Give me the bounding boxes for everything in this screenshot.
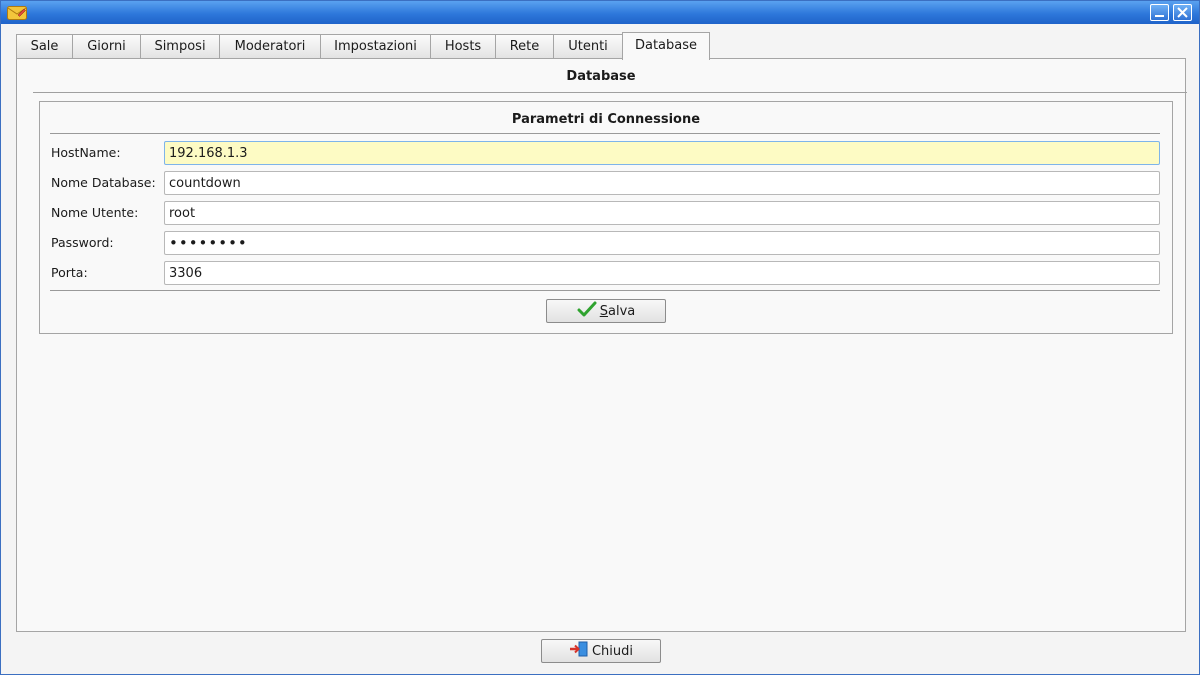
tab-moderatori[interactable]: Moderatori: [219, 34, 321, 58]
group-title: Parametri di Connessione: [511, 112, 701, 127]
database-name-label: Nome Database:: [51, 175, 156, 190]
database-panel: Database Parametri di Connessione HostNa…: [16, 58, 1187, 632]
username-row: Nome Utente:: [50, 201, 1160, 225]
close-button[interactable]: Chiudi: [541, 639, 661, 663]
tab-rete[interactable]: Rete: [495, 34, 554, 58]
tab-giorni[interactable]: Giorni: [72, 34, 141, 58]
database-name-field[interactable]: [164, 171, 1160, 195]
minimize-icon: [1155, 15, 1164, 17]
title-bar: [1, 1, 1199, 24]
exit-door-icon: [569, 641, 589, 661]
tab-impostazioni[interactable]: Impostazioni: [320, 34, 431, 58]
tab-database[interactable]: Database: [622, 32, 710, 60]
hostname-row: HostName:: [50, 141, 1160, 165]
tab-utenti[interactable]: Utenti: [553, 34, 623, 58]
port-field[interactable]: [164, 261, 1160, 285]
username-field[interactable]: [164, 201, 1160, 225]
group-divider-bottom: [50, 290, 1160, 291]
password-label: Password:: [51, 235, 114, 250]
save-button-label: Salva: [599, 303, 636, 319]
tab-sale[interactable]: Sale: [16, 34, 73, 58]
port-row: Porta:: [50, 261, 1160, 285]
close-window-button[interactable]: [1173, 4, 1192, 21]
password-row: Password:: [50, 231, 1160, 255]
minimize-button[interactable]: [1150, 4, 1169, 21]
group-divider-top: [50, 133, 1160, 134]
close-button-label: Chiudi: [591, 643, 634, 659]
port-label: Porta:: [51, 265, 88, 280]
green-check-icon: [577, 301, 597, 321]
panel-title: Database: [566, 69, 636, 84]
tab-simposi[interactable]: Simposi: [140, 34, 220, 58]
tab-hosts[interactable]: Hosts: [430, 34, 496, 58]
save-button[interactable]: Salva: [546, 299, 666, 323]
hostname-label: HostName:: [51, 145, 121, 160]
hostname-field[interactable]: [164, 141, 1160, 165]
panel-divider: [33, 92, 1187, 93]
connection-parameters-group: Parametri di Connessione HostName: Nome …: [39, 101, 1173, 334]
close-icon: [1177, 7, 1188, 18]
app-window: Sale Giorni Simposi Moderatori Impostazi…: [0, 0, 1200, 675]
database-name-row: Nome Database:: [50, 171, 1160, 195]
envelope-pencil-icon: [7, 5, 27, 20]
username-label: Nome Utente:: [51, 205, 139, 220]
password-field[interactable]: [164, 231, 1160, 255]
